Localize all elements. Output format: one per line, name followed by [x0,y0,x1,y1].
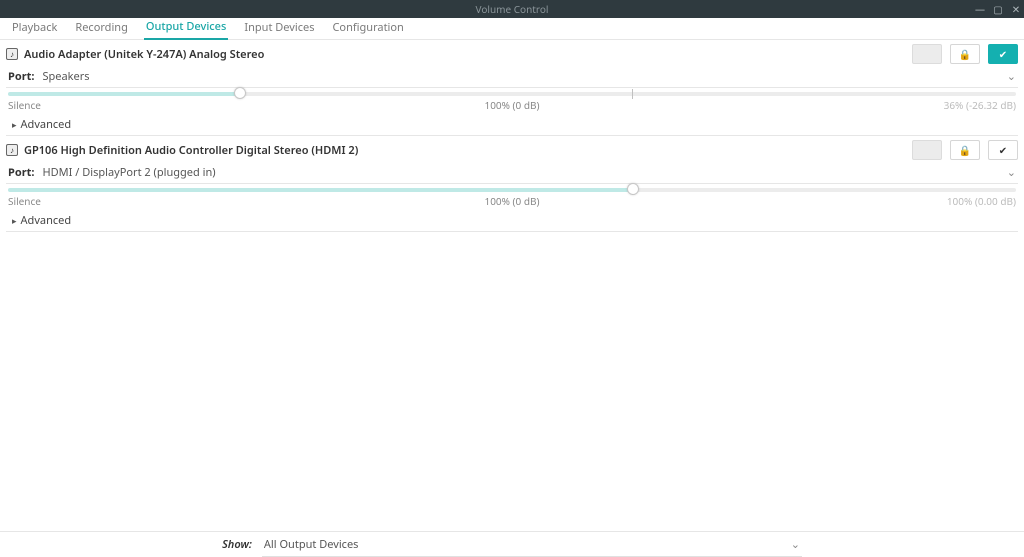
port-label: Port: [8,165,35,180]
card-icon: ♪ [6,144,18,156]
slider-value-label: 100% (0.00 dB) [947,194,1016,208]
slider-center-label: 100% (0 dB) [484,194,539,208]
window-title: Volume Control [476,2,549,16]
device-list: ♪ Audio Adapter (Unitek Y-247A) Analog S… [0,40,1024,531]
slider-center-label: 100% (0 dB) [484,98,539,112]
lock-channels-button[interactable]: 🔒 [950,44,980,64]
port-row: Port: Speakers ⌄ [6,66,1018,88]
port-row: Port: HDMI / DisplayPort 2 (plugged in) … [6,162,1018,184]
slider-min-label: Silence [8,194,41,208]
advanced-label: Advanced [21,117,72,132]
advanced-expander[interactable]: ▸ Advanced [6,210,1018,232]
device-name: Audio Adapter (Unitek Y-247A) Analog Ste… [24,47,906,62]
show-filter-select[interactable]: All Output Devices ⌄ [262,533,802,557]
triangle-right-icon: ▸ [12,214,17,227]
advanced-label: Advanced [21,213,72,228]
device-card: ♪ GP106 High Definition Audio Controller… [0,136,1024,232]
port-select[interactable]: Speakers [43,69,999,84]
device-name: GP106 High Definition Audio Controller D… [24,143,906,158]
tab-playback[interactable]: Playback [10,16,59,39]
device-card: ♪ Audio Adapter (Unitek Y-247A) Analog S… [0,40,1024,136]
show-label: Show: [222,537,252,552]
mute-button[interactable] [912,44,942,64]
show-filter-bar: Show: All Output Devices ⌄ [0,531,1024,557]
set-default-button[interactable]: ✔ [988,44,1018,64]
tab-configuration[interactable]: Configuration [330,16,405,39]
titlebar: Volume Control — ▢ ✕ [0,0,1024,18]
advanced-expander[interactable]: ▸ Advanced [6,114,1018,136]
window-controls: — ▢ ✕ [974,3,1022,15]
volume-slider-wrap: Silence 100% (0 dB) 36% (-26.32 dB) [6,88,1018,114]
slider-labels: Silence 100% (0 dB) 100% (0.00 dB) [8,192,1016,208]
chevron-down-icon[interactable]: ⌄ [1007,165,1016,180]
slider-labels: Silence 100% (0 dB) 36% (-26.32 dB) [8,96,1016,112]
card-icon: ♪ [6,48,18,60]
triangle-right-icon: ▸ [12,118,17,131]
volume-slider-wrap: Silence 100% (0 dB) 100% (0.00 dB) [6,184,1018,210]
tab-recording[interactable]: Recording [73,16,129,39]
port-label: Port: [8,69,35,84]
maximize-icon[interactable]: ▢ [992,3,1004,15]
device-header: ♪ Audio Adapter (Unitek Y-247A) Analog S… [6,42,1018,66]
lock-channels-button[interactable]: 🔒 [950,140,980,160]
tab-bar: Playback Recording Output Devices Input … [0,18,1024,40]
chevron-down-icon[interactable]: ⌄ [791,537,800,552]
close-icon[interactable]: ✕ [1010,3,1022,15]
port-select[interactable]: HDMI / DisplayPort 2 (plugged in) [43,165,999,180]
slider-value-label: 36% (-26.32 dB) [944,98,1016,112]
slider-min-label: Silence [8,98,41,112]
tab-input-devices[interactable]: Input Devices [242,16,316,39]
set-default-button[interactable]: ✔ [988,140,1018,160]
show-filter-value: All Output Devices [264,537,359,552]
device-header: ♪ GP106 High Definition Audio Controller… [6,138,1018,162]
minimize-icon[interactable]: — [974,3,986,15]
mute-button[interactable] [912,140,942,160]
tab-output-devices[interactable]: Output Devices [144,15,229,40]
chevron-down-icon[interactable]: ⌄ [1007,69,1016,84]
